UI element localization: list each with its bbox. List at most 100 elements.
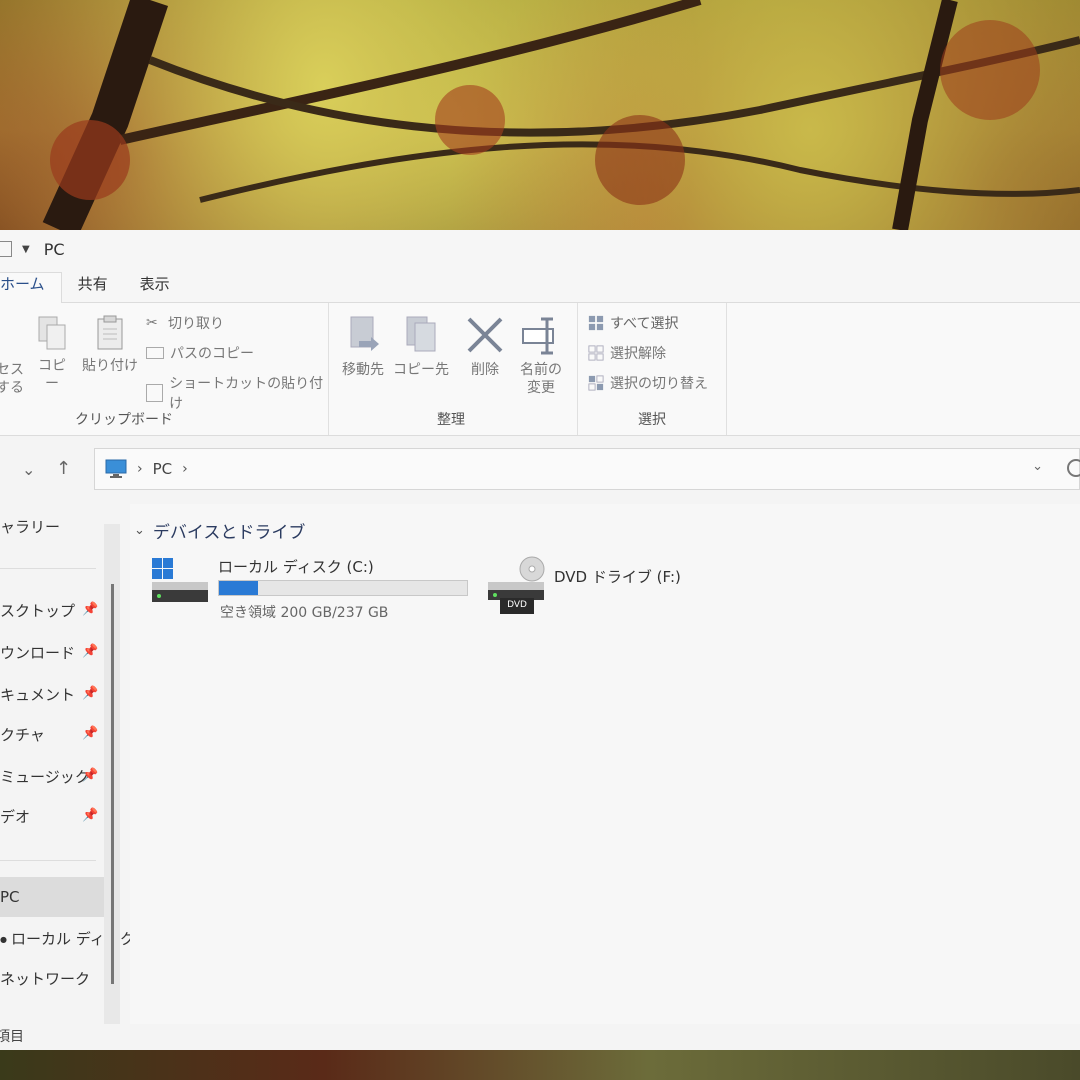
navigation-pane: ャラリー スクトップ 📌 ウンロード 📌 キュメント 📌 クチャ 📌 ミュージッ… [0, 504, 135, 1024]
drive-c-free-space: 空き領域 200 GB/237 GB [220, 605, 389, 621]
path-icon [146, 347, 164, 359]
sidebar-item-music[interactable]: ミュージック [0, 766, 90, 787]
address-history-chevron-icon[interactable]: ⌄ [1032, 459, 1043, 474]
dvd-badge: DVD [507, 600, 527, 610]
computer-icon [105, 459, 127, 478]
sidebar-scrollbar-thumb[interactable] [111, 584, 114, 984]
address-bar[interactable]: › PC › ⌄ [94, 448, 1080, 490]
pin-label-line2: する [0, 380, 24, 396]
pin-icon: 📌 [82, 726, 99, 741]
copy-button[interactable]: コピー [32, 315, 72, 393]
organize-group-label: 整理 [437, 412, 465, 428]
clipboard-group-label: クリップボード [75, 412, 173, 428]
paste-label: 貼り付け [82, 358, 138, 374]
select-group: すべて選択 選択解除 選択の切り替え 選択 [578, 303, 727, 435]
paste-button[interactable]: 貼り付け [82, 315, 138, 375]
drive-f-name: DVD ドライブ (F:) [554, 568, 681, 586]
select-none-label: 選択解除 [610, 346, 666, 362]
drive-dvd-f[interactable]: DVD DVD ドライブ (F:) [486, 556, 726, 626]
search-icon[interactable] [1067, 459, 1080, 477]
sidebar-scrollbar[interactable] [104, 524, 120, 1024]
pin-icon: 📌 [82, 644, 99, 659]
invert-selection-label: 選択の切り替え [610, 376, 708, 392]
organize-group: 移動先 コピー先 削除 名前の 変更 整理 [329, 303, 578, 435]
breadcrumb-pc[interactable]: PC [153, 460, 173, 478]
up-arrow-icon[interactable]: ↑ [56, 458, 71, 479]
status-item-count: 項目 [0, 1029, 24, 1045]
sidebar-item-pictures[interactable]: クチャ [0, 724, 45, 745]
section-title: デバイスとドライブ [152, 523, 306, 543]
sidebar-item-videos[interactable]: デオ [0, 806, 30, 827]
rename-label-line2: 変更 [527, 380, 555, 396]
move-to-button[interactable]: 移動先 [337, 315, 389, 379]
copy-to-button[interactable]: コピー先 [393, 315, 449, 379]
tab-home[interactable]: ホーム [0, 272, 62, 303]
sidebar-item-desktop[interactable]: スクトップ [0, 600, 75, 621]
rename-button[interactable]: 名前の 変更 [513, 315, 569, 397]
window-title: PC [43, 239, 65, 259]
navigation-bar: ⌄ ↑ › PC › ⌄ [0, 436, 1080, 504]
desktop-wallpaper-bottom [0, 1050, 1080, 1080]
select-all-label: すべて選択 [610, 316, 679, 332]
sidebar-divider [0, 860, 96, 861]
sidebar-item-downloads[interactable]: ウンロード [0, 642, 75, 663]
sidebar-item-gallery[interactable]: ャラリー [0, 516, 60, 537]
delete-x-icon [467, 317, 503, 353]
recent-locations-chevron-icon[interactable]: ⌄ [22, 460, 35, 479]
copy-to-label: コピー先 [393, 362, 449, 378]
breadcrumb-separator-icon[interactable]: › [182, 461, 188, 477]
file-explorer-window: ▼ PC ホーム 共有 表示 セス する コピー 貼り付け ✂ 切り取り パスの… [0, 230, 1080, 1050]
drive-c-usage-bar [218, 580, 468, 596]
copy-to-icon [406, 316, 436, 352]
drive-c-name: ローカル ディスク (C:) [218, 558, 374, 576]
paste-icon [97, 315, 123, 350]
scissors-icon: ✂ [146, 315, 158, 331]
tab-share[interactable]: 共有 [62, 273, 124, 302]
pin-icon: 📌 [82, 602, 99, 617]
content-pane: ⌄ デバイスとドライブ ローカル ディスク (C:) 空き領域 200 GB/2… [130, 504, 1080, 1024]
delete-button[interactable]: 削除 [457, 315, 513, 379]
pin-icon: 📌 [82, 808, 99, 823]
ribbon-tabs: ホーム 共有 表示 [0, 268, 1080, 303]
pin-icon: 📌 [82, 686, 99, 701]
status-bar: 項目 [0, 1024, 1080, 1050]
invert-selection-button[interactable]: 選択の切り替え [588, 373, 708, 393]
shortcut-icon [146, 384, 164, 402]
rename-icon [522, 317, 554, 355]
move-to-label: 移動先 [342, 362, 384, 378]
paste-shortcut-label: ショートカットの貼り付け [169, 376, 324, 412]
sidebar-item-pc[interactable]: PC [0, 888, 20, 906]
drive-local-disk-c[interactable]: ローカル ディスク (C:) 空き領域 200 GB/237 GB [150, 556, 480, 626]
copy-icon [38, 316, 66, 350]
move-to-icon [350, 316, 379, 351]
sidebar-item-documents[interactable]: キュメント [0, 684, 75, 705]
pin-icon: 📌 [82, 768, 99, 783]
cut-button[interactable]: ✂ 切り取り [146, 313, 224, 333]
cut-label: 切り取り [168, 316, 224, 332]
invert-selection-icon [588, 375, 604, 391]
paste-shortcut-button[interactable]: ショートカットの貼り付け [146, 373, 328, 413]
pin-label-line1: セス [0, 362, 24, 378]
collapse-chevron-icon[interactable]: ⌄ [134, 523, 145, 538]
select-none-icon [588, 345, 604, 361]
tab-view[interactable]: 表示 [124, 273, 186, 302]
sidebar-divider [0, 568, 96, 569]
title-bar: ▼ PC [0, 230, 1080, 268]
hard-drive-windows-icon [152, 558, 208, 602]
delete-label: 削除 [471, 362, 499, 378]
select-all-button[interactable]: すべて選択 [588, 313, 678, 333]
select-group-label: 選択 [638, 412, 666, 428]
quick-access-pin-button[interactable]: セス する [0, 361, 24, 397]
copy-path-button[interactable]: パスのコピー [146, 343, 254, 363]
quick-access-dropdown-icon[interactable]: ▼ [22, 244, 30, 255]
rename-label-line1: 名前の [520, 362, 562, 378]
clipboard-group: セス する コピー 貼り付け ✂ 切り取り パスのコピー ショートカットの貼り付… [0, 303, 329, 435]
sidebar-item-network[interactable]: ネットワーク [0, 968, 90, 989]
copy-label: コピー [38, 358, 66, 392]
tree-branches [42, 0, 1080, 230]
ribbon: セス する コピー 貼り付け ✂ 切り取り パスのコピー ショートカットの貼り付… [0, 303, 1080, 436]
devices-section-header[interactable]: ⌄ デバイスとドライブ [134, 518, 305, 543]
quick-access-icon[interactable] [0, 241, 12, 257]
breadcrumb-separator-icon[interactable]: › [137, 461, 143, 477]
select-none-button[interactable]: 選択解除 [588, 343, 666, 363]
